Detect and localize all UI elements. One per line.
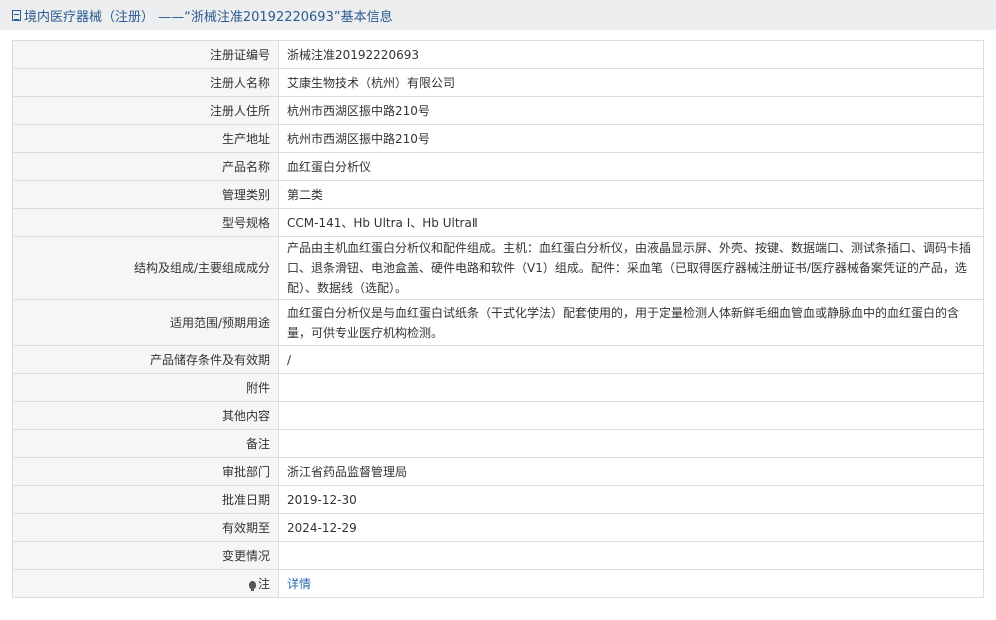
info-table: 注册证编号 浙械注准20192220693 注册人名称 艾康生物技术（杭州）有限… <box>12 40 984 598</box>
note-label-cell: 注 <box>12 569 279 598</box>
field-value: 杭州市西湖区振中路210号 <box>278 96 984 125</box>
field-label: 产品储存条件及有效期 <box>12 345 279 374</box>
field-value: 产品由主机血红蛋白分析仪和配件组成。主机：血红蛋白分析仪，由液晶显示屏、外壳、按… <box>278 236 984 300</box>
field-value: CCM-141、Hb Ultra Ⅰ、Hb UltraⅡ <box>278 208 984 237</box>
field-label: 管理类别 <box>12 180 279 209</box>
page-title: 境内医疗器械（注册） ——“浙械注准20192220693”基本信息 <box>24 9 393 25</box>
field-label: 产品名称 <box>12 152 279 181</box>
field-label: 有效期至 <box>12 513 279 542</box>
field-value: 详情 <box>278 569 984 598</box>
table-row: 变更情况 <box>12 541 984 570</box>
field-label: 注册人名称 <box>12 68 279 97</box>
field-value: 浙械注准20192220693 <box>278 40 984 69</box>
field-label: 适用范围/预期用途 <box>12 299 279 346</box>
table-row: 备注 <box>12 429 984 458</box>
table-row: 附件 <box>12 373 984 402</box>
table-row: 注册人住所 杭州市西湖区振中路210号 <box>12 96 984 125</box>
field-label: 型号规格 <box>12 208 279 237</box>
field-value <box>278 401 984 430</box>
details-link[interactable]: 详情 <box>287 577 311 591</box>
table-row: 生产地址 杭州市西湖区振中路210号 <box>12 124 984 153</box>
field-label: 生产地址 <box>12 124 279 153</box>
table-row: 结构及组成/主要组成成分 产品由主机血红蛋白分析仪和配件组成。主机：血红蛋白分析… <box>12 236 984 300</box>
field-value: / <box>278 345 984 374</box>
document-icon <box>12 9 21 21</box>
field-label: 审批部门 <box>12 457 279 486</box>
field-value: 浙江省药品监督管理局 <box>278 457 984 486</box>
field-value: 第二类 <box>278 180 984 209</box>
field-value <box>278 373 984 402</box>
field-value: 2019-12-30 <box>278 485 984 514</box>
table-row: 型号规格 CCM-141、Hb Ultra Ⅰ、Hb UltraⅡ <box>12 208 984 237</box>
field-value <box>278 429 984 458</box>
field-label: 批准日期 <box>12 485 279 514</box>
table-row: 注 详情 <box>12 569 984 598</box>
field-label: 变更情况 <box>12 541 279 570</box>
table-row: 审批部门 浙江省药品监督管理局 <box>12 457 984 486</box>
table-row: 产品储存条件及有效期 / <box>12 345 984 374</box>
table-row: 其他内容 <box>12 401 984 430</box>
field-label: 注册人住所 <box>12 96 279 125</box>
table-row: 管理类别 第二类 <box>12 180 984 209</box>
table-row: 产品名称 血红蛋白分析仪 <box>12 152 984 181</box>
field-value: 杭州市西湖区振中路210号 <box>278 124 984 153</box>
field-label: 结构及组成/主要组成成分 <box>12 236 279 300</box>
table-row: 批准日期 2019-12-30 <box>12 485 984 514</box>
field-value: 血红蛋白分析仪是与血红蛋白试纸条（干式化学法）配套使用的，用于定量检测人体新鲜毛… <box>278 299 984 346</box>
field-label: 其他内容 <box>12 401 279 430</box>
field-value <box>278 541 984 570</box>
field-label: 注册证编号 <box>12 40 279 69</box>
table-row: 适用范围/预期用途 血红蛋白分析仪是与血红蛋白试纸条（干式化学法）配套使用的，用… <box>12 299 984 346</box>
page-header: 境内医疗器械（注册） ——“浙械注准20192220693”基本信息 <box>0 0 996 30</box>
table-row: 注册证编号 浙械注准20192220693 <box>12 40 984 69</box>
lightbulb-icon <box>248 580 256 591</box>
field-label: 注 <box>257 576 270 591</box>
field-value: 血红蛋白分析仪 <box>278 152 984 181</box>
field-label: 备注 <box>12 429 279 458</box>
table-row: 有效期至 2024-12-29 <box>12 513 984 542</box>
field-label: 附件 <box>12 373 279 402</box>
table-row: 注册人名称 艾康生物技术（杭州）有限公司 <box>12 68 984 97</box>
field-value: 艾康生物技术（杭州）有限公司 <box>278 68 984 97</box>
field-value: 2024-12-29 <box>278 513 984 542</box>
